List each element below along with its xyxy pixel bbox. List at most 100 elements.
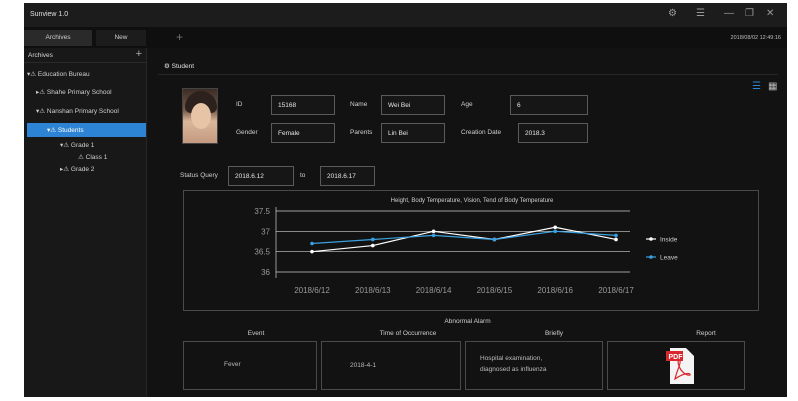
menu-icon[interactable]: ☰ [696,9,705,19]
creation-date-field[interactable]: 2018.3 [518,123,588,143]
sidebar-title: Archives [28,52,53,59]
x-tick-label: 2018/6/12 [294,286,330,295]
tree-item-class-1[interactable]: ⚠ Class 1 [78,153,107,165]
chart-title: Height, Body Temperature, Vision, Tend o… [391,198,554,204]
gender-field[interactable]: Female [271,123,335,143]
data-point-leave [553,229,557,234]
x-tick-label: 2018/6/13 [355,286,391,295]
tab-bar: Archives New + 2018/08/02 12:49:16 [24,27,787,48]
name-label: Name [350,101,368,108]
series-line-inside [311,226,617,253]
event-text: Fever [224,361,241,368]
col-event: Event [247,330,265,337]
brief-line-1: Hospital examination, [480,355,543,362]
legend-marker-inside [649,237,653,241]
x-tick-label: 2018/6/16 [537,286,573,295]
pdf-icon[interactable]: PDF [666,348,694,384]
tree-group-icon: ▸⚠ [60,166,71,173]
chart-svg: Height, Body Temperature, Vision, Tend o… [254,198,678,295]
tree-item-grade-2[interactable]: ▸⚠ Grade 2 [60,165,94,177]
cell-briefly: Hospital examination, diagnosed as influ… [465,341,603,390]
y-tick-label: 37 [261,227,270,236]
close-icon[interactable]: ✕ [766,9,774,19]
title-bar: Sunview 1.0 ⚙ ☰ — ❐ ✕ [24,3,787,27]
grid-view-icon[interactable]: ▦ [768,81,777,92]
cell-event: Fever [183,341,317,390]
data-point-leave [492,237,497,242]
pdf-badge-label: PDF [669,354,684,361]
data-point-leave [614,233,618,238]
sidebar: Archives + ▾⚠ Education Bureau ▸⚠ Shahe … [24,48,147,397]
id-field[interactable]: 15168 [271,95,335,115]
tree-item-shahe[interactable]: ▸⚠ Shahe Primary School [36,88,112,100]
tree-item-grade-1[interactable]: ▾⚠ Grade 1 [60,141,94,153]
age-label: Age [461,101,473,108]
divider [158,74,778,75]
col-time: Time of Occurrence [379,330,437,337]
query-to-label: to [300,172,306,179]
photo-face [191,103,211,129]
data-point-inside [431,229,436,234]
status-query-label: Status Query [180,172,218,179]
parents-label: Parents [350,129,373,136]
tree-org-icon: ▸⚠ [36,89,47,96]
student-photo [182,88,218,144]
app-window: Sunview 1.0 ⚙ ☰ — ❐ ✕ Archives New + 201… [24,3,787,397]
list-view-icon[interactable]: ☰ [752,81,761,92]
creation-date-label: Creation Date [461,129,502,136]
tree-item-nanshan[interactable]: ▾⚠ Nanshan Primary School [36,107,119,119]
data-point-leave [431,233,436,238]
tree-org-icon: ▾⚠ [27,71,38,78]
data-point-leave [310,241,314,246]
legend-label-leave: Leave [660,255,678,262]
name-field[interactable]: Wei Bei [381,95,445,115]
app-title: Sunview 1.0 [30,11,69,18]
tab-new[interactable]: New [96,30,146,46]
minimize-icon[interactable]: — [724,9,734,19]
cell-report: PDF [607,341,745,390]
sidebar-header: Archives + [24,48,147,63]
tree-class-icon: ⚠ [78,154,86,161]
tree-item-students[interactable]: ▾⚠ Students [27,123,146,137]
tree-group-icon: ▾⚠ [47,127,58,134]
alarm-title: Abnormal Alarm [444,318,491,325]
tab-archives[interactable]: Archives [24,30,92,46]
age-field[interactable]: 6 [510,95,588,115]
y-tick-label: 37.5 [254,207,270,216]
x-tick-label: 2018/6/14 [416,286,452,295]
add-tab-icon[interactable]: + [176,30,183,44]
x-tick-label: 2018/6/17 [598,286,634,295]
id-label: ID [236,101,243,108]
gender-label: Gender [236,129,258,136]
add-archive-icon[interactable]: + [136,48,142,60]
y-tick-label: 36.5 [254,248,270,257]
main-panel: ⚙ Student ☰ ▦ ID 15168 Name Wei Bei Age … [148,48,787,397]
x-tick-label: 2018/6/15 [477,286,513,295]
clock: 2018/08/02 12:49:16 [730,35,781,41]
data-point-inside [310,249,314,254]
time-text: 2018-4-1 [350,362,377,369]
cell-time: 2018-4-1 [321,341,461,390]
data-point-inside [614,237,618,242]
breadcrumb: ⚙ Student [164,63,195,70]
data-point-leave [371,237,375,242]
tree-group-icon: ▾⚠ [60,142,71,149]
legend-label-inside: Inside [660,237,678,244]
col-briefly: Briefly [544,330,564,337]
restore-icon[interactable]: ❐ [745,9,754,19]
data-point-inside [553,225,557,230]
temperature-chart: Height, Body Temperature, Vision, Tend o… [183,190,759,311]
query-end-date[interactable]: 2018.6.17 [320,166,375,186]
tree-org-icon: ▾⚠ [36,108,47,115]
query-start-date[interactable]: 2018.6.12 [228,166,294,186]
settings-icon[interactable]: ⚙ [668,9,677,19]
col-report: Report [696,330,716,337]
parents-field[interactable]: Lin Bei [381,123,445,143]
data-point-inside [371,243,375,248]
brief-line-2: diagnosed as influenza [480,366,547,373]
student-icon: ⚙ [164,63,172,70]
tree-item-education-bureau[interactable]: ▾⚠ Education Bureau [27,70,90,82]
series-line-leave [311,230,617,245]
y-tick-label: 36 [261,268,270,277]
legend-marker-leave [649,255,653,259]
